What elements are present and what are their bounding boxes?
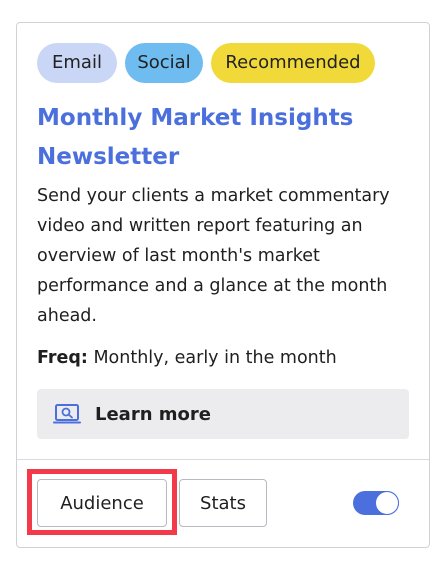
- frequency-line: Freq: Monthly, early in the month: [37, 345, 337, 371]
- campaign-card: Email Social Recommended Monthly Market …: [16, 22, 430, 548]
- audience-button[interactable]: Audience: [37, 479, 167, 527]
- tag-email: Email: [37, 43, 117, 83]
- learn-more-label: Learn more: [95, 403, 211, 425]
- toggle-knob: [376, 492, 398, 514]
- tag-list: Email Social Recommended: [37, 43, 375, 83]
- enable-toggle[interactable]: [353, 491, 399, 515]
- tag-recommended: Recommended: [211, 43, 375, 83]
- learn-more-button[interactable]: Learn more: [37, 389, 409, 439]
- laptop-search-icon: [53, 403, 81, 425]
- tag-social: Social: [125, 43, 203, 83]
- card-description: Send your clients a market commentary vi…: [37, 186, 390, 326]
- card-divider: [17, 459, 429, 460]
- card-title[interactable]: Monthly Market Insights Newsletter: [37, 99, 397, 177]
- stats-button[interactable]: Stats: [179, 479, 267, 527]
- frequency-label: Freq:: [37, 348, 88, 368]
- frequency-value: Monthly, early in the month: [93, 348, 337, 368]
